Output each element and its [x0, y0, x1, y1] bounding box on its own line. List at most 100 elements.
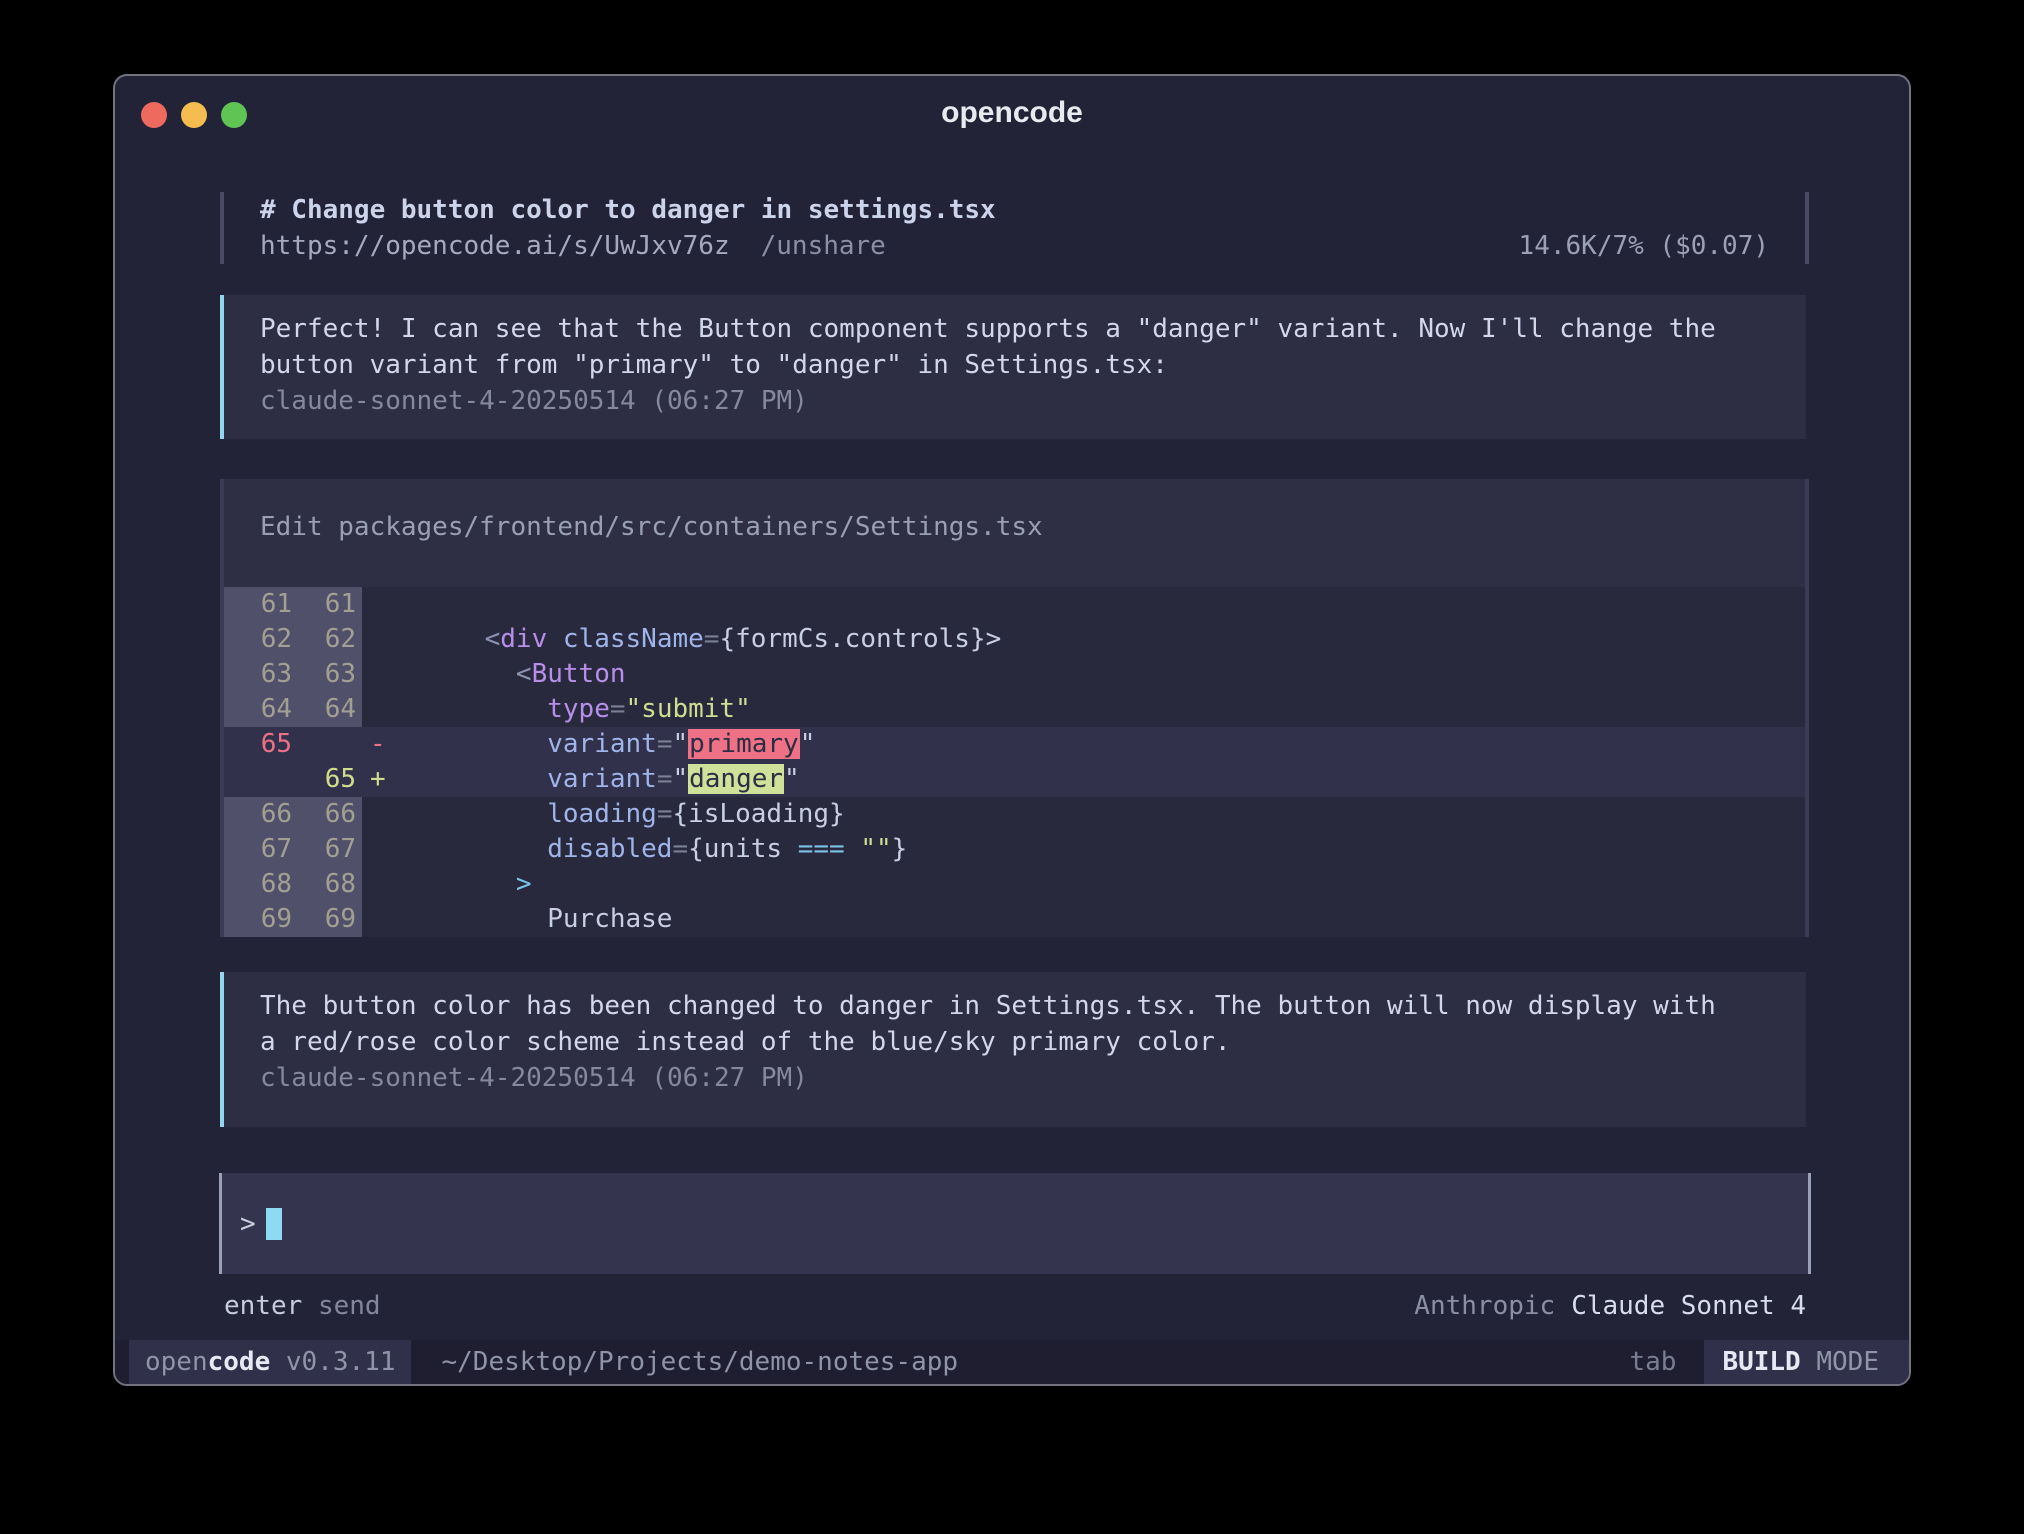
code-token	[422, 764, 547, 794]
code-token: variant	[547, 729, 657, 759]
code-token: }	[892, 834, 908, 864]
code-token: =	[657, 799, 673, 829]
token-cost-stats: 14.6K/7% ($0.07)	[1519, 228, 1805, 264]
code-line: loading={isLoading}	[406, 797, 845, 832]
old-line-number: 65	[224, 727, 298, 762]
new-line-number: 67	[298, 832, 362, 867]
old-line-number: 61	[224, 587, 298, 622]
old-line-number: 62	[224, 622, 298, 657]
mode-bold: BUILD	[1722, 1347, 1800, 1377]
code-token: =	[657, 764, 673, 794]
code-token	[422, 869, 516, 899]
app-version: v0.3.11	[286, 1347, 396, 1377]
diff-marker	[362, 692, 406, 727]
code-token: primary	[688, 729, 800, 759]
assistant-message-1-text: Perfect! I can see that the Button compo…	[260, 311, 1806, 383]
code-token: =	[657, 729, 673, 759]
code-token: =	[704, 624, 720, 654]
assistant-message-2: The button color has been changed to dan…	[220, 972, 1806, 1127]
assistant-message-2-text: The button color has been changed to dan…	[260, 988, 1806, 1060]
diff-row: 65- variant="primary"	[224, 727, 1805, 762]
code-token	[547, 624, 563, 654]
code-token: {formCs.controls}	[719, 624, 985, 654]
code-line: <div className={formCs.controls}>	[406, 622, 1001, 657]
code-token: "	[800, 729, 816, 759]
code-token: "submit"	[626, 694, 751, 724]
code-token	[422, 834, 547, 864]
code-token	[422, 904, 547, 934]
code-token: disabled	[547, 834, 672, 864]
window-titlebar: opencode	[115, 76, 1909, 148]
session-spacer	[886, 228, 1519, 264]
new-line-number: 61	[298, 587, 362, 622]
code-token: "	[672, 764, 688, 794]
new-line-number: 62	[298, 622, 362, 657]
code-line: disabled={units === ""}	[406, 832, 907, 867]
hints-spacer	[381, 1288, 1415, 1324]
code-token: {units	[688, 834, 798, 864]
edit-tool-block: Edit packages/frontend/src/containers/Se…	[220, 479, 1809, 937]
new-line-number: 69	[298, 902, 362, 937]
code-line: type="submit"	[406, 692, 751, 727]
code-token: =	[672, 834, 688, 864]
code-token: ===	[798, 834, 845, 864]
model-name: Claude Sonnet 4	[1571, 1288, 1806, 1324]
code-token: <	[485, 624, 501, 654]
share-url-link[interactable]: https://opencode.ai/s/UwJxv76z	[260, 228, 730, 264]
diff-row: 6262 <div className={formCs.controls}>	[224, 622, 1805, 657]
diff-row: 6666 loading={isLoading}	[224, 797, 1805, 832]
code-token	[422, 624, 485, 654]
code-token: Purchase	[547, 904, 672, 934]
code-line: <Button	[406, 657, 626, 692]
unshare-command[interactable]: /unshare	[761, 228, 886, 264]
code-line: variant="danger"	[406, 762, 800, 797]
diff-row: 65+ variant="danger"	[224, 762, 1805, 797]
diff-row: 6464 type="submit"	[224, 692, 1805, 727]
diff-row: 6969 Purchase	[224, 902, 1805, 937]
app-version-chip: opencode v0.3.11	[129, 1340, 411, 1384]
diff-marker	[362, 867, 406, 902]
old-line-number: 64	[224, 692, 298, 727]
code-token: >	[986, 624, 1002, 654]
brand-space	[270, 1347, 286, 1377]
session-subline: https://opencode.ai/s/UwJxv76z /unshare …	[260, 228, 1805, 264]
diff-view: 61616262 <div className={formCs.controls…	[224, 587, 1805, 937]
code-line: >	[406, 867, 532, 902]
diff-marker: -	[362, 727, 406, 762]
code-token: {isLoading}	[672, 799, 844, 829]
prompt-input[interactable]: >	[219, 1173, 1811, 1274]
old-line-number: 66	[224, 797, 298, 832]
edit-tool-header: Edit packages/frontend/src/containers/Se…	[224, 479, 1805, 587]
new-line-number	[298, 727, 362, 762]
enter-key-hint: enter	[224, 1288, 302, 1324]
diff-row: 6363 <Button	[224, 657, 1805, 692]
diff-marker	[362, 622, 406, 657]
old-line-number	[224, 762, 298, 797]
status-bar: opencode v0.3.11 ~/Desktop/Projects/demo…	[115, 1340, 1909, 1384]
diff-row: 6161	[224, 587, 1805, 622]
new-line-number: 64	[298, 692, 362, 727]
code-token: variant	[547, 764, 657, 794]
opencode-window: opencode # Change button color to danger…	[113, 74, 1911, 1386]
code-line: Purchase	[406, 902, 672, 937]
code-line: variant="primary"	[406, 727, 815, 762]
code-token	[845, 834, 861, 864]
code-token: danger	[688, 764, 784, 794]
code-token: loading	[547, 799, 657, 829]
session-header: # Change button color to danger in setti…	[220, 192, 1809, 264]
mode-rest: MODE	[1816, 1347, 1879, 1377]
brand-open: open	[145, 1347, 208, 1377]
send-hint-label	[302, 1288, 318, 1324]
assistant-message-1: Perfect! I can see that the Button compo…	[220, 295, 1806, 439]
code-token: "	[784, 764, 800, 794]
text-cursor	[266, 1208, 282, 1240]
working-directory: ~/Desktop/Projects/demo-notes-app	[441, 1340, 958, 1384]
new-line-number: 68	[298, 867, 362, 902]
mode-chip[interactable]: BUILD MODE	[1704, 1340, 1909, 1384]
diff-marker	[362, 902, 406, 937]
assistant-message-1-meta: claude-sonnet-4-20250514 (06:27 PM)	[260, 383, 1806, 419]
diff-marker	[362, 797, 406, 832]
send-hint: send	[318, 1288, 381, 1324]
tab-key-hint[interactable]: tab	[1629, 1340, 1676, 1384]
code-line	[406, 587, 422, 622]
